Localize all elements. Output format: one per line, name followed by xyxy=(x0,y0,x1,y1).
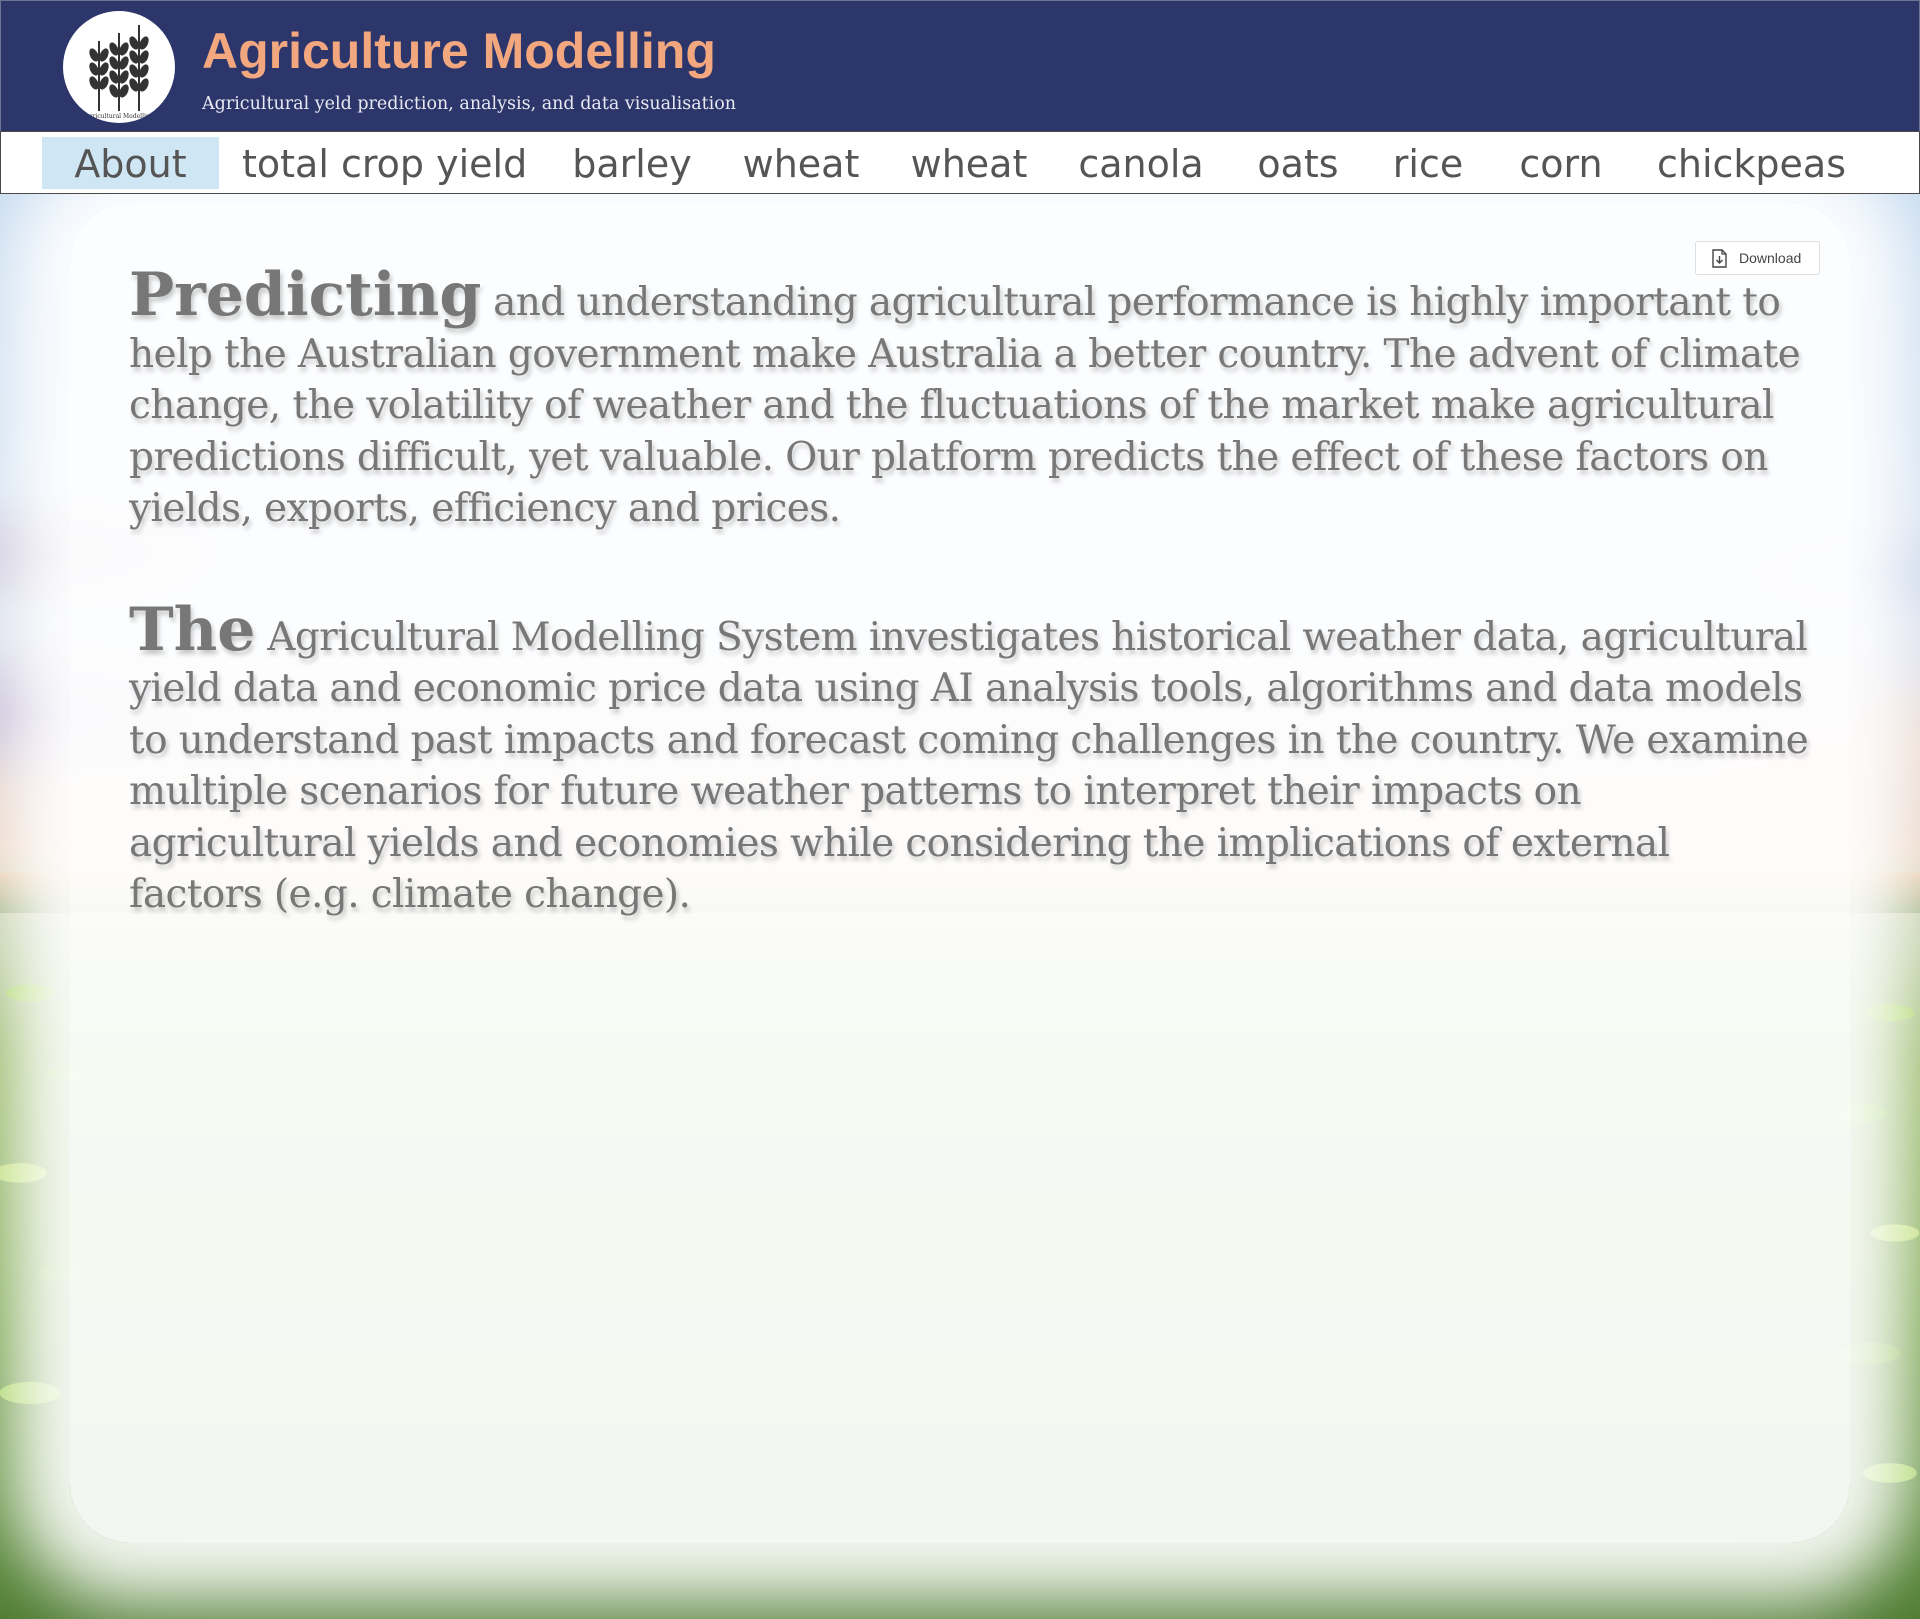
about-paragraph-2: The Agricultural Modelling System invest… xyxy=(129,600,1809,921)
about-content: Predicting and understanding agricultura… xyxy=(129,265,1809,921)
tab-corn[interactable]: corn xyxy=(1512,137,1610,189)
tab-total-crop-yield[interactable]: total crop yield xyxy=(242,137,527,189)
tab-oats[interactable]: oats xyxy=(1251,137,1345,189)
logo-caption: Agricultural Modelling xyxy=(83,113,153,120)
tab-canola[interactable]: canola xyxy=(1076,137,1206,189)
tab-barley[interactable]: barley xyxy=(567,137,697,189)
logo-graphic: Agricultural Modelling xyxy=(83,25,154,120)
paragraph-lead-word: The xyxy=(129,594,256,665)
about-paragraph-1: Predicting and understanding agricultura… xyxy=(129,265,1809,535)
app-header: Agricultural Modelling Agriculture Model… xyxy=(0,0,1920,131)
file-download-icon xyxy=(1712,249,1727,268)
paragraph-lead-word: Predicting xyxy=(129,260,482,330)
tab-wheat-2[interactable]: wheat xyxy=(905,137,1033,189)
tab-wheat[interactable]: wheat xyxy=(737,137,865,189)
tab-rice[interactable]: rice xyxy=(1388,137,1468,189)
tab-about[interactable]: About xyxy=(42,137,219,189)
app-title: Agriculture Modelling xyxy=(202,23,716,79)
wheat-stalks-icon[interactable]: Agricultural Modelling xyxy=(63,11,175,123)
tab-chickpeas[interactable]: chickpeas xyxy=(1657,137,1846,189)
paragraph-text: Agricultural Modelling System investigat… xyxy=(129,614,1809,918)
app-subtitle: Agricultural yeld prediction, analysis, … xyxy=(202,94,737,114)
app-window: Agricultural Modelling Agriculture Model… xyxy=(0,0,1920,1619)
crop-tab-bar: About total crop yield barley wheat whea… xyxy=(0,131,1920,194)
